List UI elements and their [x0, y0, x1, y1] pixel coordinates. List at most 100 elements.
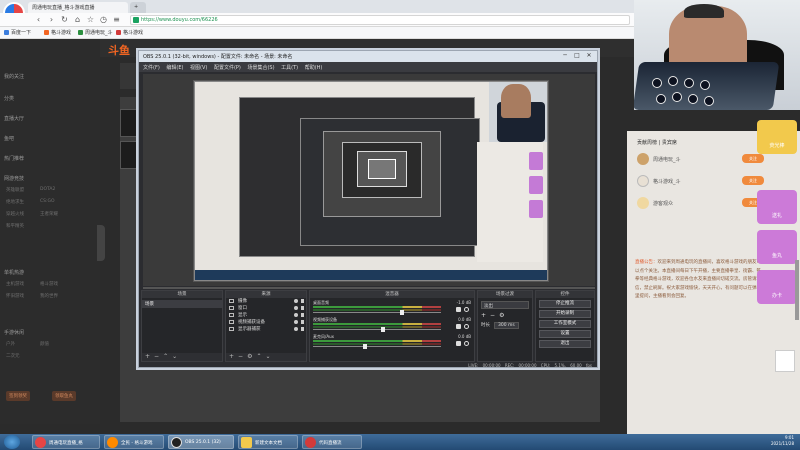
- settings-button[interactable]: 设置: [539, 330, 591, 338]
- start-button-icon[interactable]: [4, 435, 20, 449]
- browser-tab-active[interactable]: 周通电玩直播_格斗游戏直播: [28, 2, 128, 13]
- forward-icon[interactable]: ›: [47, 15, 56, 24]
- volume-slider[interactable]: [313, 346, 441, 347]
- close-icon[interactable]: ✕: [583, 51, 595, 60]
- sidebar-subitem[interactable]: 户外: [6, 341, 15, 347]
- menu-item-help[interactable]: 帮助(H): [305, 65, 323, 71]
- sidebar-subitem[interactable]: 主机游戏: [6, 281, 24, 287]
- add-icon[interactable]: +: [229, 353, 238, 360]
- remove-icon[interactable]: −: [490, 312, 499, 319]
- menu-item-scene-collection[interactable]: 场景集合(S): [247, 65, 274, 71]
- taskbar-item[interactable]: 周通电玩直播_格: [32, 435, 100, 449]
- stop-streaming-button[interactable]: 停止推流: [539, 300, 591, 308]
- source-item[interactable]: 显示器捕获: [226, 326, 306, 333]
- gift-button[interactable]: 荧光棒: [757, 120, 797, 154]
- sidebar-item-hall[interactable]: 直播大厅: [4, 115, 24, 122]
- menu-item-edit[interactable]: 编辑(E): [166, 65, 183, 71]
- menu-item-tools[interactable]: 工具(T): [281, 65, 298, 71]
- gear-icon[interactable]: [464, 307, 469, 312]
- source-item[interactable]: 摄像: [226, 298, 306, 305]
- taskbar-item[interactable]: 全民 - 格斗游戏: [104, 435, 164, 449]
- gift-button[interactable]: 办卡: [757, 270, 797, 304]
- exit-button[interactable]: 退出: [539, 340, 591, 348]
- speaker-icon[interactable]: [456, 307, 461, 312]
- sidebar-subitem[interactable]: 格斗游戏: [40, 281, 58, 287]
- source-item[interactable]: 窗口: [226, 305, 306, 312]
- start-recording-button[interactable]: 开始录制: [539, 310, 591, 318]
- speaker-icon[interactable]: [456, 324, 461, 329]
- minimize-icon[interactable]: ─: [559, 51, 571, 60]
- gift-button[interactable]: 鱼丸: [757, 230, 797, 264]
- move-down-icon[interactable]: ⌄: [172, 353, 181, 360]
- new-tab-button[interactable]: +: [130, 2, 146, 13]
- claim-button[interactable]: 领取鱼丸: [52, 391, 76, 401]
- bookmark-item[interactable]: 百度一下: [4, 29, 31, 36]
- lock-icon[interactable]: [301, 313, 304, 317]
- remove-icon[interactable]: −: [238, 353, 247, 360]
- scene-item[interactable]: 场景: [142, 300, 222, 308]
- lock-icon[interactable]: [301, 306, 304, 310]
- source-item[interactable]: 显示: [226, 312, 306, 319]
- volume-slider-handle[interactable]: [362, 344, 367, 349]
- sidebar-subitem[interactable]: 王者荣耀: [40, 211, 58, 217]
- home-icon[interactable]: ⌂: [73, 15, 82, 24]
- remove-icon[interactable]: −: [154, 353, 163, 360]
- sidebar-subitem[interactable]: CS:GO: [40, 199, 55, 204]
- speaker-icon[interactable]: [456, 341, 461, 346]
- taskbar-item[interactable]: 代码直播流: [302, 435, 362, 449]
- lock-icon[interactable]: [301, 327, 304, 331]
- move-down-icon[interactable]: ⌄: [265, 353, 274, 360]
- url-input[interactable]: https://www.douyu.com/66226: [130, 15, 630, 25]
- bookmark-star-icon[interactable]: ☆: [86, 15, 95, 24]
- volume-slider-handle[interactable]: [381, 327, 386, 332]
- bookmark-item[interactable]: 周通电玩_斗: [78, 29, 113, 36]
- gear-icon[interactable]: [464, 324, 469, 329]
- eye-icon[interactable]: [294, 320, 298, 324]
- eye-icon[interactable]: [294, 327, 298, 331]
- refresh-icon[interactable]: ↻: [60, 15, 69, 24]
- gear-icon[interactable]: ⚙: [499, 312, 508, 319]
- sidebar-subitem[interactable]: 英雄联盟: [6, 187, 24, 193]
- douyu-logo[interactable]: 斗鱼: [108, 42, 130, 58]
- menu-item-view[interactable]: 视图(V): [190, 65, 207, 71]
- sidebar-subitem[interactable]: DOTA2: [40, 187, 55, 192]
- gear-icon[interactable]: [464, 341, 469, 346]
- eye-icon[interactable]: [294, 313, 298, 317]
- obs-preview-area[interactable]: [143, 74, 595, 286]
- move-up-icon[interactable]: ⌃: [163, 353, 172, 360]
- menu-item-file[interactable]: 文件(F): [143, 65, 160, 71]
- sidebar-subitem[interactable]: 绝地求生: [6, 199, 24, 205]
- lock-icon[interactable]: [301, 320, 304, 324]
- taskbar-item-active[interactable]: OBS 25.0.1 (32): [168, 435, 234, 449]
- menu-icon[interactable]: ≡: [112, 15, 121, 24]
- taskbar-item[interactable]: 新建文本文档: [238, 435, 298, 449]
- studio-mode-button[interactable]: 工作室模式: [539, 320, 591, 328]
- sidebar-subitem[interactable]: 我的世界: [40, 293, 58, 299]
- volume-slider[interactable]: [313, 329, 441, 330]
- menu-item-profile[interactable]: 配置文件(P): [214, 65, 241, 71]
- sidebar-item-hot[interactable]: 热门推荐: [4, 155, 24, 162]
- sidebar-item-follow[interactable]: 我的关注: [4, 73, 24, 80]
- system-tray[interactable]: 9:01 2021/11/28: [720, 435, 800, 449]
- maximize-icon[interactable]: □: [571, 51, 583, 60]
- back-icon[interactable]: ‹: [34, 15, 43, 24]
- sidebar-subitem[interactable]: 穿越火线: [6, 211, 24, 217]
- gift-button[interactable]: 送礼: [757, 190, 797, 224]
- sidebar-item-fishbar[interactable]: 鱼吧: [4, 135, 14, 142]
- add-icon[interactable]: +: [481, 312, 490, 319]
- sidebar-subitem[interactable]: 和平精英: [6, 223, 24, 229]
- scrollbar[interactable]: [795, 260, 799, 320]
- eye-icon[interactable]: [294, 299, 298, 303]
- transition-select[interactable]: 淡出: [481, 301, 529, 309]
- eye-icon[interactable]: [294, 306, 298, 310]
- sidebar-subitem[interactable]: 颜值: [40, 341, 49, 347]
- volume-slider[interactable]: [313, 312, 441, 313]
- lock-icon[interactable]: [301, 299, 304, 303]
- add-icon[interactable]: +: [145, 353, 154, 360]
- bookmark-item[interactable]: 格斗游戏: [44, 29, 71, 36]
- volume-slider-handle[interactable]: [399, 310, 404, 315]
- history-icon[interactable]: ◷: [99, 15, 108, 24]
- sidebar-collapse-handle[interactable]: [97, 225, 105, 261]
- fullscreen-button[interactable]: [775, 350, 795, 372]
- duration-input[interactable]: 300 ms: [494, 322, 519, 329]
